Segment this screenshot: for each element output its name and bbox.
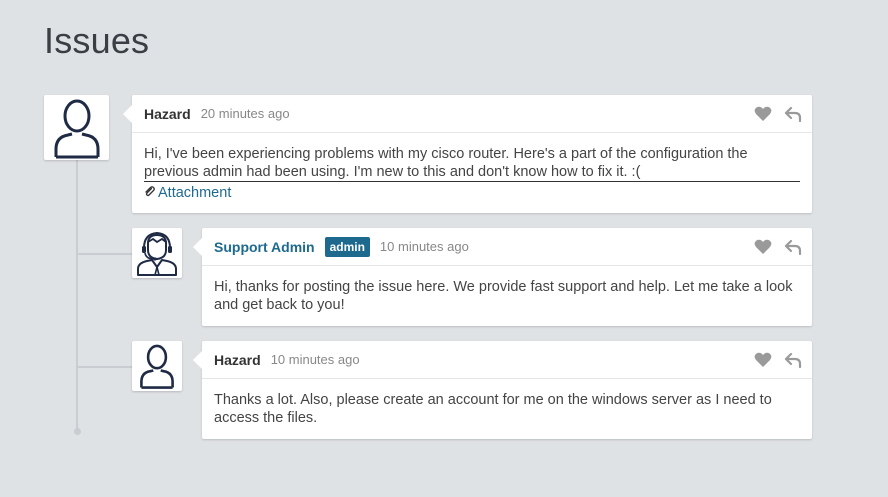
comment-body: Thanks a lot. Also, please create an acc…	[202, 379, 812, 437]
comment-text: Thanks a lot. Also, please create an acc…	[214, 392, 772, 426]
comment-author[interactable]: Support Admin	[214, 239, 315, 255]
heart-icon[interactable]	[754, 106, 772, 122]
thread-branch	[78, 253, 132, 255]
comment-body: Hi, thanks for posting the issue here. W…	[202, 266, 812, 324]
comment-actions	[754, 352, 802, 369]
comment-card: Hazard 20 minutes ago Hi, I've been expe…	[123, 95, 812, 213]
comment-text: Hi, thanks for posting the issue here. W…	[214, 279, 793, 313]
avatar[interactable]	[44, 95, 109, 160]
comment-time: 10 minutes ago	[379, 239, 469, 254]
comment-actions	[754, 106, 802, 123]
thread-end-dot	[73, 428, 81, 435]
attachment-label: Attachment	[158, 185, 232, 201]
comment-card: Support Admin admin 10 minutes ago Hi, t…	[193, 228, 812, 326]
support-agent-icon	[135, 230, 179, 276]
heart-icon[interactable]	[754, 239, 772, 255]
comment-author[interactable]: Hazard	[214, 352, 261, 368]
user-outline-icon	[138, 343, 176, 389]
comment-header: Hazard 10 minutes ago	[202, 341, 812, 379]
heart-icon[interactable]	[754, 352, 772, 368]
comment-actions	[754, 239, 802, 256]
attachment-link[interactable]: Attachment	[144, 184, 800, 202]
comment-text: Hi, I've been experiencing problems with…	[144, 145, 800, 182]
comment-card: Hazard 10 minutes ago Thanks a lot. Also…	[193, 341, 812, 439]
comment-time: 20 minutes ago	[200, 106, 290, 121]
reply-icon[interactable]	[784, 106, 802, 123]
issues-page: Issues Hazard 20 minutes ago Hi, I've be…	[0, 0, 888, 497]
comment-author[interactable]: Hazard	[144, 106, 191, 122]
comment-header: Hazard 20 minutes ago	[132, 95, 812, 133]
comment-header: Support Admin admin 10 minutes ago	[202, 228, 812, 266]
reply-icon[interactable]	[784, 352, 802, 369]
thread-branch	[78, 366, 132, 368]
comment-time: 10 minutes ago	[270, 352, 360, 367]
admin-badge: admin	[324, 236, 370, 257]
paperclip-icon	[144, 184, 158, 202]
avatar[interactable]	[132, 228, 182, 278]
page-title: Issues	[44, 20, 150, 61]
reply-icon[interactable]	[784, 239, 802, 256]
avatar[interactable]	[132, 341, 182, 391]
comment-body: Hi, I've been experiencing problems with…	[132, 133, 812, 212]
thread-line	[76, 160, 78, 432]
user-outline-icon	[52, 97, 102, 159]
